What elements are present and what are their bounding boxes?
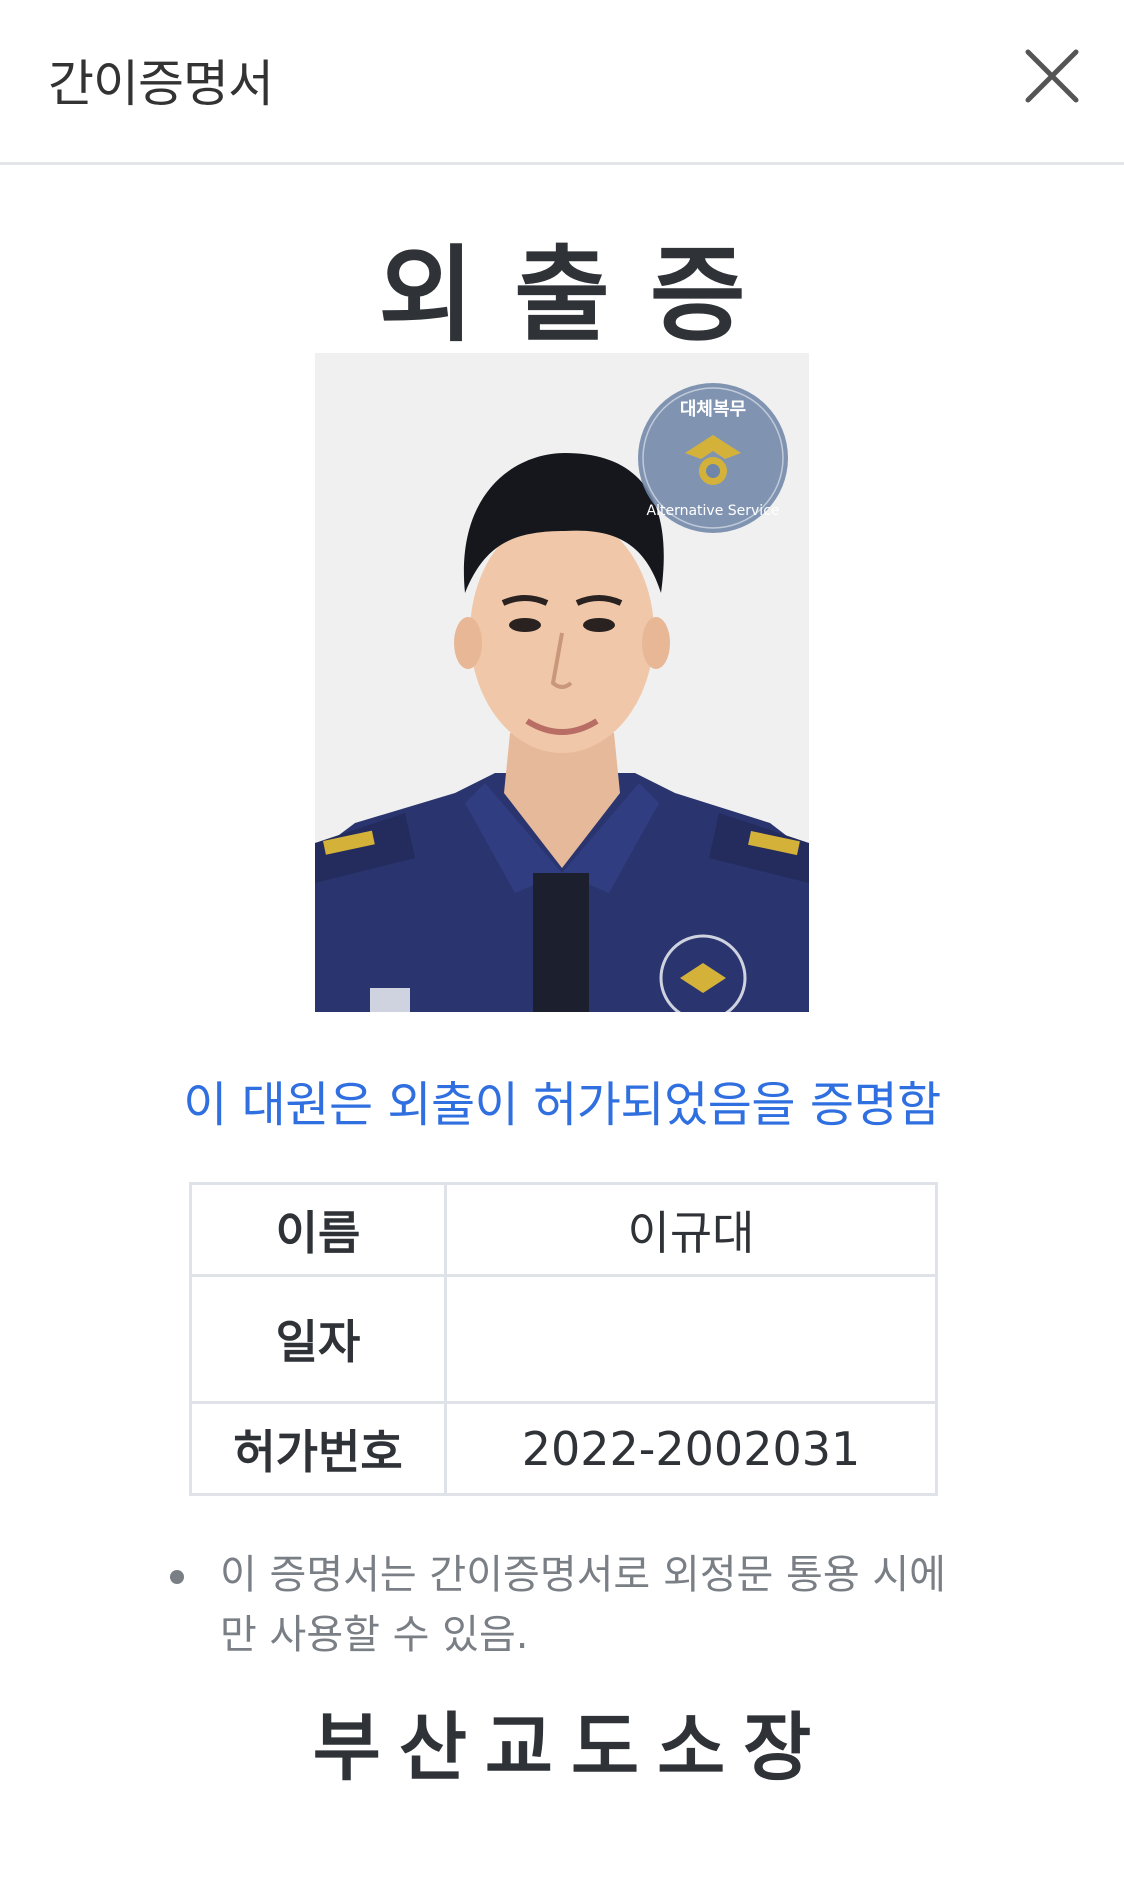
close-button[interactable] — [1020, 44, 1084, 108]
info-table: 이름 이규대 일자 허가번호 2022-2002031 — [189, 1182, 938, 1496]
permit-number-value: 2022-2002031 — [444, 1401, 938, 1496]
name-label: 이름 — [189, 1182, 447, 1277]
issuer-name: 부산교도소장 — [312, 1705, 830, 1791]
date-label: 일자 — [189, 1274, 447, 1404]
close-icon — [1025, 49, 1079, 103]
svg-text:대체복무: 대체복무 — [680, 399, 746, 420]
certification-statement: 이 대원은 외출이 허가되었음을 증명함 — [183, 1077, 941, 1133]
table-row-name: 이름 이규대 — [189, 1182, 938, 1277]
table-row-date: 일자 — [189, 1274, 938, 1404]
bullet-icon — [170, 1570, 184, 1584]
permit-number-label: 허가번호 — [189, 1401, 447, 1496]
svg-text:Alternative Service: Alternative Service — [647, 503, 780, 519]
alternative-service-badge: 대체복무 Alternative Service — [638, 383, 788, 533]
date-value — [444, 1274, 938, 1404]
pass-title: 외출증 — [378, 234, 786, 356]
name-value: 이규대 — [444, 1182, 938, 1277]
notice-text: 이 증명서는 간이증명서로 외정문 통용 시에만 사용할 수 있음. — [220, 1552, 946, 1658]
page-title: 간이증명서 — [48, 55, 274, 113]
header-bar: 간이증명서 — [0, 0, 1124, 165]
table-row-permit-number: 허가번호 2022-2002031 — [189, 1401, 938, 1496]
member-photo: 대체복무 Alternative Service — [315, 353, 809, 1012]
